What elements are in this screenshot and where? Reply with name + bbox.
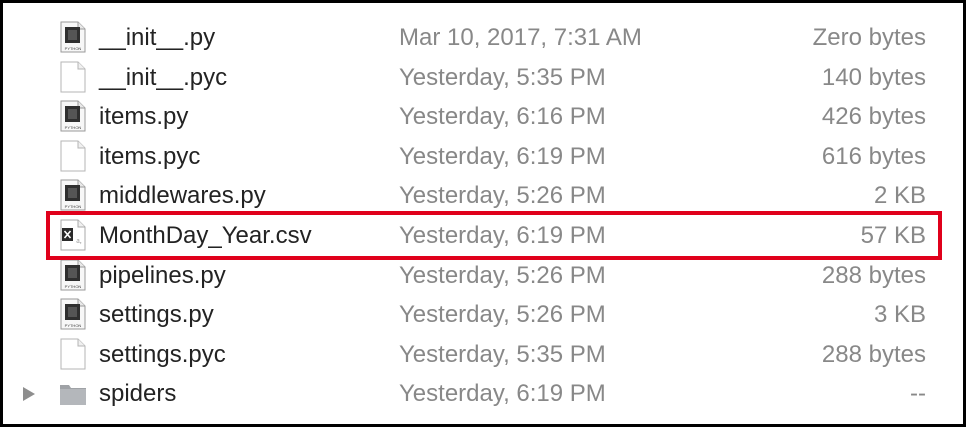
finder-window: PYTHON __init__.py Mar 10, 2017, 7:31 AM…	[0, 0, 966, 427]
disclosure-triangle-icon[interactable]	[23, 387, 35, 402]
python-file-icon: PYTHON	[60, 298, 86, 330]
file-row-init-pyc[interactable]: __init__.pyc Yesterday, 5:35 PM 140 byte…	[6, 58, 963, 98]
file-size: --	[910, 380, 926, 408]
file-date: Yesterday, 6:19 PM	[399, 380, 606, 408]
file-row-init-py[interactable]: PYTHON __init__.py Mar 10, 2017, 7:31 AM…	[6, 18, 963, 58]
generic-file-icon	[60, 61, 86, 93]
file-name: __init__.py	[99, 24, 216, 51]
file-row-middlewares-py[interactable]: PYTHON middlewares.py Yesterday, 5:26 PM…	[6, 176, 963, 216]
file-row-settings-pyc[interactable]: settings.pyc Yesterday, 5:35 PM 288 byte…	[6, 335, 963, 375]
file-row-items-py[interactable]: PYTHON items.py Yesterday, 6:16 PM 426 b…	[6, 97, 963, 137]
file-date: Yesterday, 5:35 PM	[399, 340, 606, 368]
file-size: 288 bytes	[821, 340, 926, 368]
python-caption: PYTHON	[65, 125, 82, 130]
file-name: MonthDay_Year.csv	[99, 221, 312, 249]
folder-row-spiders[interactable]: spiders Yesterday, 6:19 PM --	[6, 374, 963, 414]
python-caption: PYTHON	[65, 323, 82, 328]
python-caption: PYTHON	[65, 284, 82, 289]
file-size: 2 KB	[873, 182, 926, 210]
file-row-pipelines-py[interactable]: PYTHON pipelines.py Yesterday, 5:26 PM 2…	[6, 256, 963, 296]
file-name: middlewares.py	[99, 182, 266, 210]
file-row-monthday-year-csv[interactable]: a, MonthDay_Year.csv Yesterday, 6:19 PM …	[6, 216, 963, 256]
file-size: 57 KB	[860, 221, 926, 249]
file-size: 140 bytes	[821, 63, 926, 91]
file-name: items.py	[99, 103, 189, 131]
file-date: Yesterday, 5:26 PM	[399, 261, 606, 289]
python-caption: PYTHON	[65, 204, 82, 209]
python-file-icon: PYTHON	[60, 100, 86, 132]
file-list: PYTHON __init__.py Mar 10, 2017, 7:31 AM…	[6, 18, 963, 414]
file-size: 426 bytes	[821, 103, 926, 131]
file-name: __init__.pyc	[99, 63, 228, 91]
file-size: 616 bytes	[821, 142, 926, 170]
file-date: Yesterday, 5:26 PM	[399, 301, 606, 329]
file-date: Yesterday, 5:35 PM	[399, 63, 606, 91]
file-date: Yesterday, 5:26 PM	[399, 182, 606, 210]
python-file-icon: PYTHON	[60, 259, 86, 291]
file-size: 3 KB	[873, 301, 926, 329]
file-name: settings.pyc	[99, 340, 226, 368]
file-date: Mar 10, 2017, 7:31 AM	[399, 24, 642, 51]
python-file-icon: PYTHON	[60, 179, 86, 211]
file-size: 288 bytes	[821, 261, 926, 289]
file-date: Yesterday, 6:19 PM	[399, 142, 606, 170]
folder-icon	[60, 377, 86, 409]
file-date: Yesterday, 6:16 PM	[399, 103, 606, 131]
file-row-settings-py[interactable]: PYTHON settings.py Yesterday, 5:26 PM 3 …	[6, 295, 963, 335]
folder-name: spiders	[99, 380, 177, 408]
generic-file-icon	[60, 140, 86, 172]
file-name: pipelines.py	[99, 261, 226, 289]
python-caption: PYTHON	[65, 46, 82, 51]
generic-file-icon	[60, 338, 86, 370]
excel-csv-file-icon: a,	[60, 219, 86, 251]
file-name: items.pyc	[99, 142, 201, 170]
file-row-items-pyc[interactable]: items.pyc Yesterday, 6:19 PM 616 bytes	[6, 137, 963, 177]
python-file-icon: PYTHON	[60, 21, 86, 53]
file-size: Zero bytes	[812, 24, 926, 51]
file-name: settings.py	[99, 301, 214, 329]
file-date: Yesterday, 6:19 PM	[399, 221, 606, 249]
svg-text:a,: a,	[76, 236, 82, 245]
